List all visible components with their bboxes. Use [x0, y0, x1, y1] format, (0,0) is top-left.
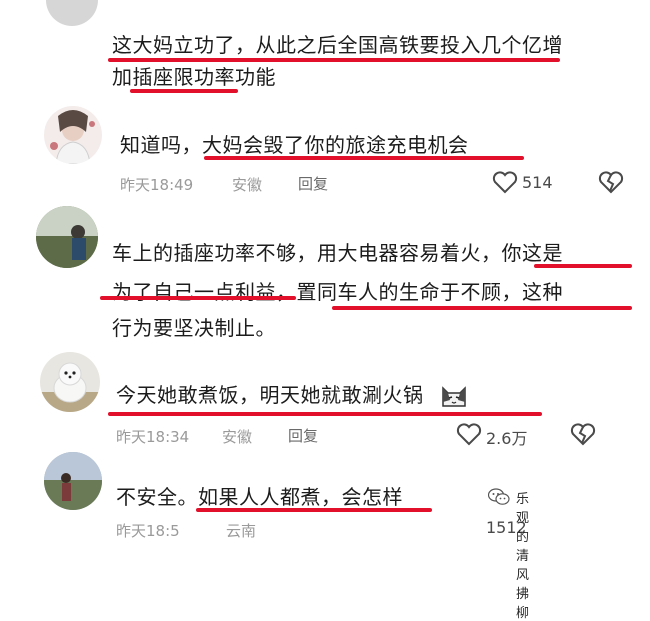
like-count: 2.6万 [486, 429, 528, 448]
comment-time: 昨天18:34 [116, 428, 190, 446]
avatar[interactable] [40, 352, 100, 412]
highlight-underline [332, 306, 632, 310]
avatar[interactable] [36, 206, 98, 268]
highlight-underline [108, 412, 542, 416]
wechat-icon [488, 488, 510, 505]
comment-text: 这大妈立功了，从此之后全国高铁要投入几个亿增 [112, 33, 563, 57]
comment-text: 行为要坚决制止。 [112, 316, 276, 340]
comment-text: 今天她敢煮饭，明天她就敢涮火锅 [116, 383, 424, 407]
broken-heart-icon[interactable] [598, 170, 624, 194]
comment-location: 安徽 [232, 176, 263, 194]
highlight-underline [534, 264, 632, 268]
highlight-underline [196, 508, 432, 512]
avatar[interactable] [44, 452, 102, 510]
heart-icon[interactable] [456, 422, 482, 446]
highlight-underline [108, 58, 560, 62]
avatar[interactable] [44, 106, 102, 164]
broken-heart-icon[interactable] [570, 422, 596, 446]
reply-button[interactable]: 回复 [298, 173, 328, 194]
cat-emoji-icon [442, 386, 466, 407]
like-count: 514 [522, 173, 553, 192]
highlight-underline [100, 296, 296, 300]
comment-time: 昨天18:49 [120, 176, 194, 194]
comment-time: 昨天18:5 [116, 522, 180, 540]
avatar[interactable] [46, 0, 98, 26]
watermark-text: 乐观的清风拂柳 [516, 492, 530, 621]
highlight-underline [130, 89, 238, 93]
reply-button[interactable]: 回复 [288, 425, 318, 446]
comment-location: 云南 [226, 522, 257, 540]
comment-text: 车上的插座功率不够，用大电器容易着火，你这是 [112, 241, 563, 265]
comment-location: 安徽 [222, 428, 253, 446]
comment-text: 为了自己一点利益，置同车人的生命于不顾，这种 [112, 280, 563, 304]
highlight-underline [204, 156, 524, 160]
heart-icon[interactable] [492, 170, 518, 194]
